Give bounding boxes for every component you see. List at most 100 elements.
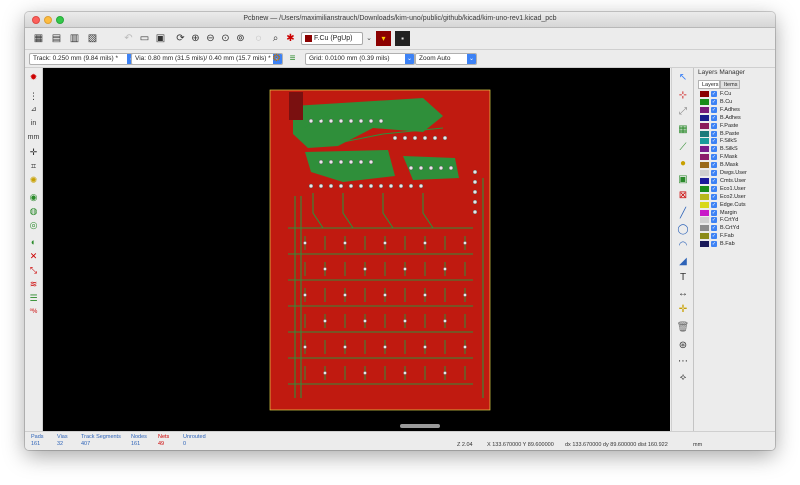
- layer-visibility-checkbox[interactable]: ✓: [711, 106, 717, 113]
- add-polygon-icon[interactable]: ◢: [676, 255, 690, 268]
- measure-icon[interactable]: ⟡: [676, 371, 690, 384]
- units-mm-icon[interactable]: mm: [27, 132, 40, 144]
- track-width-select[interactable]: Track: 0.250 mm (9.84 mils) * ⌄: [29, 53, 137, 65]
- layer-row[interactable]: ✓ Margin: [698, 209, 774, 217]
- new-board-icon[interactable]: ▦: [31, 31, 46, 46]
- layer-visibility-checkbox[interactable]: ✓: [711, 146, 717, 153]
- layer-visibility-checkbox[interactable]: ✓: [711, 98, 717, 105]
- plot-icon[interactable]: ▣: [153, 31, 168, 46]
- drill-origin-icon[interactable]: ⊛: [676, 339, 690, 352]
- zoom-selection-icon[interactable]: ⊚: [233, 31, 248, 46]
- layer-row[interactable]: ✓ Edge.Cuts: [698, 201, 774, 209]
- layer-color-swatch[interactable]: [700, 122, 709, 129]
- add-keepout-icon[interactable]: ⊠: [676, 189, 690, 202]
- add-text-icon[interactable]: T: [676, 271, 690, 284]
- layer-color-swatch[interactable]: [700, 146, 709, 153]
- layer-color-swatch[interactable]: [700, 114, 709, 121]
- polar-coords-icon[interactable]: ⊿: [27, 104, 40, 116]
- layer-visibility-checkbox[interactable]: ✓: [711, 233, 717, 240]
- layer-visibility-checkbox[interactable]: ✓: [711, 162, 717, 169]
- grid-origin-icon[interactable]: ⋯: [676, 355, 690, 368]
- layer-color-swatch[interactable]: [700, 162, 709, 169]
- redraw-icon[interactable]: ⟳: [173, 31, 188, 46]
- layer-visibility-checkbox[interactable]: ✓: [711, 209, 717, 216]
- drc-icon[interactable]: ✹: [27, 71, 40, 83]
- layer-color-swatch[interactable]: [700, 177, 709, 184]
- add-footprint-icon[interactable]: ▦: [676, 123, 690, 136]
- layer-row[interactable]: ✓ B.Fab: [698, 240, 774, 248]
- layer-visibility-checkbox[interactable]: ✓: [711, 91, 717, 97]
- microwave-toolbar-icon[interactable]: ⁰%: [27, 306, 40, 318]
- tab-items[interactable]: Items: [720, 80, 740, 89]
- pad-sketch-icon[interactable]: ◐: [27, 236, 40, 248]
- highlight-net-icon[interactable]: ⊹: [676, 89, 690, 102]
- high-contrast-icon[interactable]: ≋: [27, 278, 40, 290]
- horizontal-scrollbar[interactable]: [400, 424, 440, 428]
- delete-icon[interactable]: 🗑: [676, 321, 690, 334]
- auto-delete-track-icon[interactable]: ◉: [27, 191, 40, 203]
- undo-icon[interactable]: ↶: [121, 31, 136, 46]
- layer-pair-icon[interactable]: ▾: [376, 31, 391, 46]
- units-inch-icon[interactable]: in: [27, 118, 40, 130]
- layer-row[interactable]: ✓ B.Paste: [698, 130, 774, 138]
- layer-row[interactable]: ✓ B.Mask: [698, 161, 774, 169]
- layer-row[interactable]: ✓ Dwgs.User: [698, 169, 774, 177]
- add-dimension-icon[interactable]: ↔: [676, 287, 690, 300]
- local-ratsnest-icon[interactable]: ⤢: [676, 105, 690, 118]
- select-arrow-icon[interactable]: ↖: [676, 71, 690, 84]
- print-icon[interactable]: ▭: [137, 31, 152, 46]
- scripting-console-icon[interactable]: ▪: [395, 31, 410, 46]
- layer-visibility-checkbox[interactable]: ✓: [711, 122, 717, 129]
- layer-visibility-checkbox[interactable]: ✓: [711, 177, 717, 184]
- layer-color-swatch[interactable]: [700, 241, 709, 248]
- layer-color-swatch[interactable]: [700, 225, 709, 232]
- layer-color-swatch[interactable]: [700, 98, 709, 105]
- add-circle-icon[interactable]: ◯: [676, 223, 690, 236]
- layer-row[interactable]: ✓ B.CrtYd: [698, 224, 774, 232]
- zone-outline-icon[interactable]: ◎: [27, 219, 40, 231]
- via-sketch-icon[interactable]: ✕: [27, 250, 40, 262]
- layer-color-swatch[interactable]: [700, 91, 709, 97]
- track-sketch-icon[interactable]: ⤡: [27, 264, 40, 276]
- grid-toggle-icon[interactable]: ⋮: [27, 90, 40, 102]
- ratsnest-icon[interactable]: ⌗: [27, 160, 40, 172]
- pcb-canvas[interactable]: [43, 68, 670, 431]
- layer-visibility-checkbox[interactable]: ✓: [711, 193, 717, 200]
- zoom-in-icon[interactable]: ⊕: [188, 31, 203, 46]
- page-settings-icon[interactable]: ▧: [85, 31, 100, 46]
- layer-visibility-checkbox[interactable]: ✓: [711, 130, 717, 137]
- layer-row[interactable]: ✓ B.Cu: [698, 98, 774, 106]
- layer-visibility-checkbox[interactable]: ✓: [711, 225, 717, 232]
- layer-visibility-checkbox[interactable]: ✓: [711, 170, 717, 176]
- layer-color-swatch[interactable]: [700, 106, 709, 113]
- zoom-area-icon[interactable]: ◌: [251, 31, 266, 46]
- module-ratsnest-icon[interactable]: ✺: [27, 174, 40, 186]
- layer-row[interactable]: ✓ B.SilkS: [698, 145, 774, 153]
- track-display-icon[interactable]: ≡: [285, 51, 300, 66]
- active-layer-select[interactable]: F.Cu (PgUp): [301, 32, 363, 45]
- layer-color-swatch[interactable]: [700, 170, 709, 176]
- layer-row[interactable]: ✓ F.Cu: [698, 90, 774, 98]
- add-arc-icon[interactable]: ◠: [676, 239, 690, 252]
- layer-color-swatch[interactable]: [700, 233, 709, 240]
- layer-color-swatch[interactable]: [700, 185, 709, 192]
- layer-row[interactable]: ✓ Eco1.User: [698, 185, 774, 193]
- via-size-select[interactable]: Via: 0.80 mm (31.5 mils)/ 0.40 mm (15.7 …: [131, 53, 283, 65]
- layer-visibility-checkbox[interactable]: ✓: [711, 138, 717, 145]
- layer-row[interactable]: ✓ F.SilkS: [698, 137, 774, 145]
- add-via-icon[interactable]: ●: [676, 157, 690, 170]
- layer-color-swatch[interactable]: [700, 138, 709, 145]
- layer-row[interactable]: ✓ Eco2.User: [698, 193, 774, 201]
- layer-row[interactable]: ✓ F.Adhes: [698, 106, 774, 114]
- grid-size-select[interactable]: Grid: 0.0100 mm (0.39 mils) ⌄: [305, 53, 415, 65]
- layer-row[interactable]: ✓ F.Mask: [698, 153, 774, 161]
- zoom-out-icon[interactable]: ⊖: [203, 31, 218, 46]
- layer-row[interactable]: ✓ Cmts.User: [698, 177, 774, 185]
- layer-color-swatch[interactable]: [700, 130, 709, 137]
- add-zone-icon[interactable]: ▣: [676, 173, 690, 186]
- open-board-icon[interactable]: ▤: [49, 31, 64, 46]
- layer-visibility-checkbox[interactable]: ✓: [711, 241, 717, 248]
- route-track-icon[interactable]: ⟋: [676, 141, 690, 154]
- layer-color-swatch[interactable]: [700, 201, 709, 208]
- layer-color-swatch[interactable]: [700, 209, 709, 216]
